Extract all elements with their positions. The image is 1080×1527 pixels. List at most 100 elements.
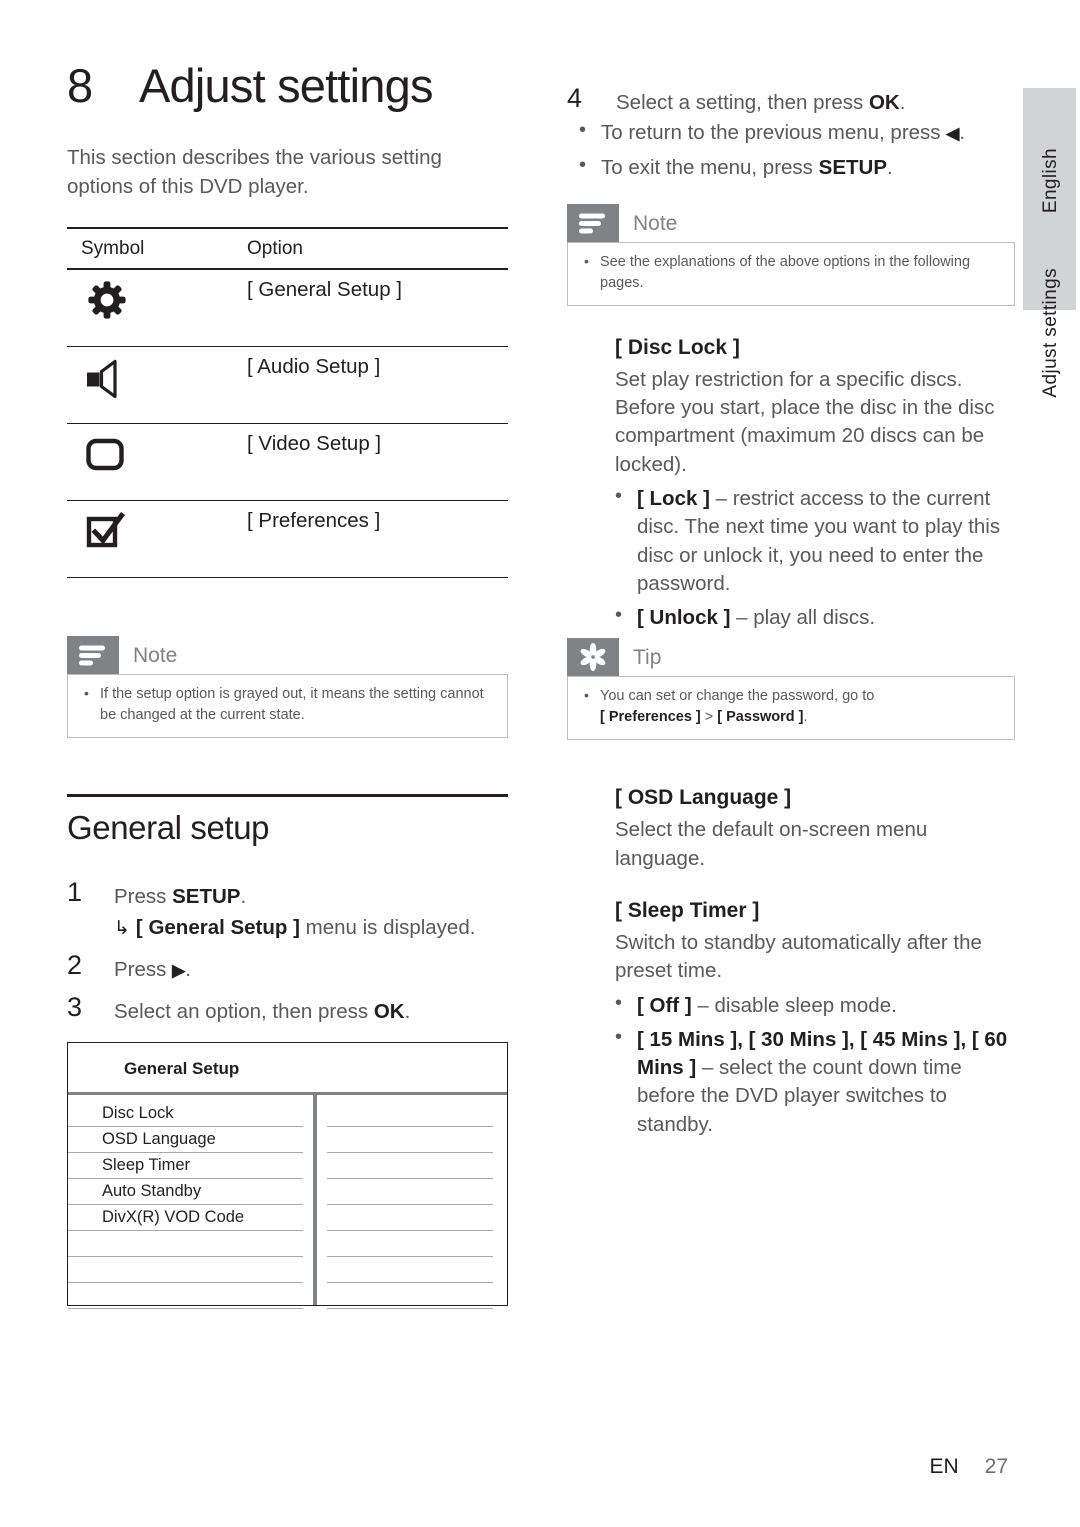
section-tab: Adjust settings <box>1023 268 1076 458</box>
disc-lock-bullets: [ Lock ] – restrict access to the curren… <box>567 483 1015 632</box>
bullet-item: [ Off ] – disable sleep mode. <box>603 990 1015 1020</box>
step-text: Select an option, then press OK. <box>114 992 410 1026</box>
column-header-symbol: Symbol <box>67 227 233 271</box>
manual-page: 8 Adjust settings This section describes… <box>0 0 1080 1527</box>
step-text: Press ▶. <box>114 950 191 984</box>
osd-menu-item[interactable]: Auto Standby <box>68 1179 303 1205</box>
play-right-arrow-icon: ▶ <box>172 961 186 980</box>
callout-label: Note <box>133 644 178 668</box>
step-text: Select a setting, then press OK. <box>616 84 905 117</box>
osd-menu-item[interactable]: DivX(R) VOD Code <box>68 1205 303 1231</box>
note-item: See the explanations of the above option… <box>580 251 1002 294</box>
osd-value-empty <box>327 1257 493 1283</box>
sleep-timer-heading: [ Sleep Timer ] <box>615 899 760 922</box>
section-title: General setup <box>67 809 270 847</box>
symbol-cell <box>67 346 233 425</box>
option-label: [ Audio Setup ] <box>233 346 508 425</box>
bullet-text-b: . <box>887 155 893 179</box>
chapter-heading: 8 Adjust settings <box>67 62 508 109</box>
bullet-keyword: [ Lock ] <box>637 487 710 510</box>
osd-menu-grid: Disc Lock OSD Language Sleep Timer Auto … <box>68 1094 507 1309</box>
step-text-b: . <box>240 885 247 909</box>
tip-keyword-2: [ Password ] <box>717 709 804 726</box>
option-label: [ Video Setup ] <box>233 423 508 502</box>
bullet-text-b: . <box>959 121 966 145</box>
osd-value-empty <box>327 1205 493 1231</box>
osd-menu-title: General Setup <box>124 1058 240 1078</box>
step-keyword: SETUP <box>172 885 241 909</box>
star-tip-icon <box>567 638 619 677</box>
page-footer: EN 27 <box>929 1455 1008 1479</box>
note-callout-right: Note See the explanations of the above o… <box>567 203 1015 306</box>
sleep-timer-paragraph: Switch to standby automatically after th… <box>615 931 982 983</box>
left-column: 8 Adjust settings This section describes… <box>67 62 508 1309</box>
step-text-a: Select a setting, then press <box>616 91 869 114</box>
option-label: [ Preferences ] <box>233 500 508 579</box>
callout-body: You can set or change the password, go t… <box>567 676 1015 741</box>
speaker-icon <box>85 359 233 404</box>
symbol-cell <box>67 269 233 348</box>
bullet-item: To exit the menu, press SETUP. <box>567 152 1015 182</box>
callout-header: Note <box>567 203 1015 242</box>
section-tab-label: Adjust settings <box>1040 268 1061 398</box>
tip-callout: Tip You can set or change the password, … <box>567 638 1015 741</box>
osd-value-empty <box>327 1127 493 1153</box>
osd-language-heading: [ OSD Language ] <box>615 786 792 810</box>
tip-text-mid: > <box>700 709 718 726</box>
callout-body: If the setup option is grayed out, it me… <box>67 674 508 739</box>
step-item: 2 Press ▶. <box>67 950 508 984</box>
step-keyword: OK <box>373 999 405 1023</box>
step-item: 4 Select a setting, then press OK. <box>567 83 1015 117</box>
bullet-text: – disable sleep mode. <box>691 993 897 1017</box>
osd-menu-item-empty <box>68 1257 303 1283</box>
chapter-title: Adjust settings <box>139 59 433 112</box>
osd-value-empty <box>327 1153 493 1179</box>
bullet-item: [ 15 Mins ], [ 30 Mins ], [ 45 Mins ], [… <box>603 1024 1015 1139</box>
symbol-option-table: Symbol Option [General Setup] [Audio … <box>67 227 508 579</box>
substep-keyword: [ General Setup ] <box>135 916 300 940</box>
note-callout-left: Note If the setup option is grayed out, … <box>67 636 508 739</box>
bullet-keyword: [ Off ] <box>637 993 692 1017</box>
substep-text: menu is displayed. <box>299 916 476 940</box>
osd-menu-item[interactable]: Sleep Timer <box>68 1153 303 1179</box>
step-text-b: . <box>404 999 411 1023</box>
osd-value-empty <box>327 1231 493 1257</box>
step-item: 1 Press SETUP. ↳[ General Setup ] menu i… <box>67 877 508 942</box>
callout-body: See the explanations of the above option… <box>567 241 1015 306</box>
step-number: 2 <box>67 950 83 980</box>
osd-values-column <box>317 1095 507 1309</box>
disc-lock-paragraph: Set play restriction for a specific disc… <box>615 367 995 476</box>
callout-header: Note <box>67 636 508 675</box>
osd-menu-item[interactable]: Disc Lock <box>68 1101 303 1127</box>
callout-header: Tip <box>567 638 1015 677</box>
note-lines-icon <box>67 636 119 675</box>
bullet-keyword: [ Unlock ] <box>637 606 731 630</box>
bullet-item: [ Lock ] – restrict access to the curren… <box>603 483 1015 598</box>
osd-menu-screenshot: General Setup Disc Lock OSD Language Sle… <box>67 1041 508 1309</box>
table-row: [ Video Setup ] <box>67 423 508 502</box>
table-row: [ General Setup ] <box>67 269 508 348</box>
table-header-row: Symbol Option <box>67 227 508 271</box>
hook-arrow-icon: ↳ <box>114 918 130 940</box>
osd-menu-item-empty <box>68 1283 303 1309</box>
gear-icon <box>87 280 233 325</box>
chapter-number: 8 <box>67 59 93 112</box>
option-label: [ General Setup ] <box>233 269 508 348</box>
language-tab-label: English <box>1040 148 1061 214</box>
step-substep: ↳[ General Setup ] menu is displayed. <box>114 914 475 942</box>
tip-keyword-1: [ Preferences ] <box>600 709 701 726</box>
step-number: 3 <box>67 991 83 1022</box>
bullet-item: To return to the previous menu, press ◀. <box>567 117 1015 147</box>
osd-menu-item[interactable]: OSD Language <box>68 1127 303 1153</box>
step-text-b: . <box>899 91 906 114</box>
note-item: If the setup option is grayed out, it me… <box>80 683 495 726</box>
column-header-option: Option <box>233 227 508 271</box>
step-number: 4 <box>567 83 583 113</box>
bullet-text: – play all discs. <box>730 606 876 630</box>
tip-text-a: You can set or change the password, go t… <box>600 688 875 705</box>
tip-text-end: . <box>803 709 808 726</box>
bullet-keyword: SETUP <box>818 155 887 179</box>
osd-value-empty <box>327 1101 493 1127</box>
step-keyword: OK <box>868 91 900 114</box>
callout-label: Tip <box>633 646 662 670</box>
